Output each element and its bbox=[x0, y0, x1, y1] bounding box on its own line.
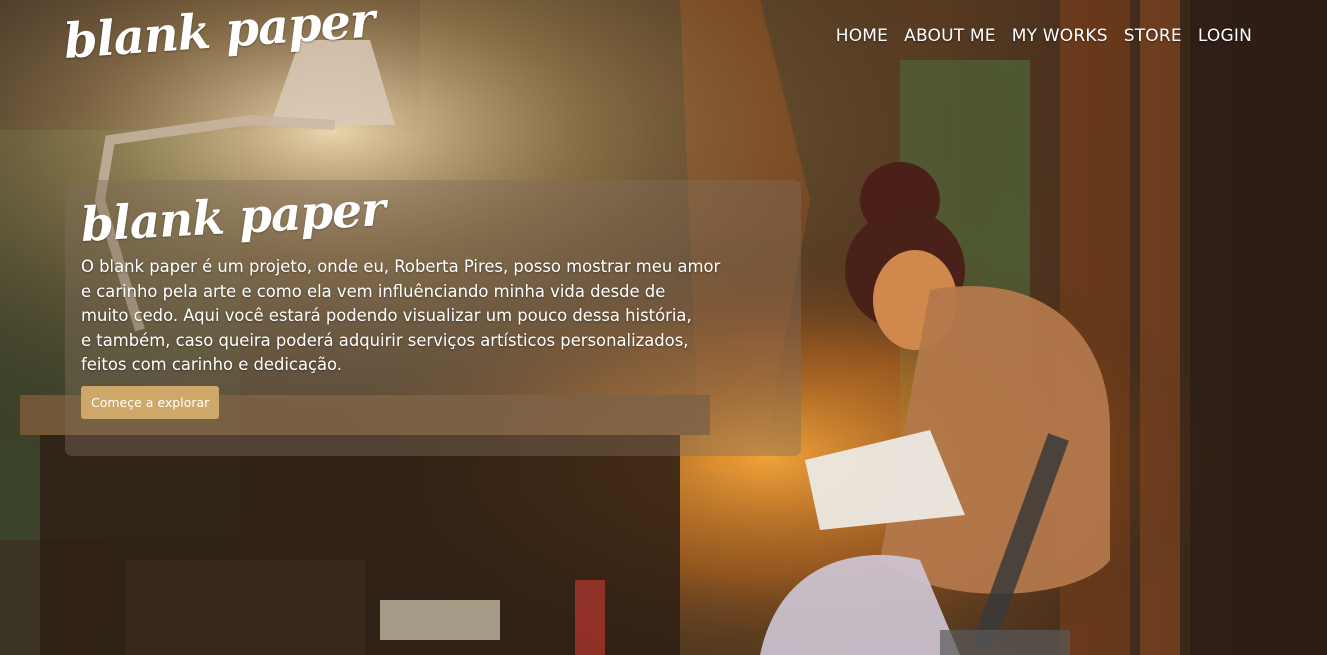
hero-card: blank paper O blank paper é um projeto, … bbox=[65, 180, 801, 456]
hero-title: blank paper bbox=[79, 182, 387, 253]
hero-description: O blank paper é um projeto, onde eu, Rob… bbox=[81, 257, 721, 374]
nav-login[interactable]: LOGIN bbox=[1198, 26, 1252, 46]
nav-about-me[interactable]: ABOUT ME bbox=[904, 26, 996, 46]
nav-store[interactable]: STORE bbox=[1124, 26, 1182, 46]
page: blank paper HOME ABOUT ME MY WORKS STORE… bbox=[0, 0, 1327, 655]
main-nav: HOME ABOUT ME MY WORKS STORE LOGIN bbox=[836, 26, 1252, 46]
nav-my-works[interactable]: MY WORKS bbox=[1012, 26, 1108, 46]
nav-home[interactable]: HOME bbox=[836, 26, 888, 46]
start-exploring-button[interactable]: Começe a explorar bbox=[81, 385, 220, 419]
